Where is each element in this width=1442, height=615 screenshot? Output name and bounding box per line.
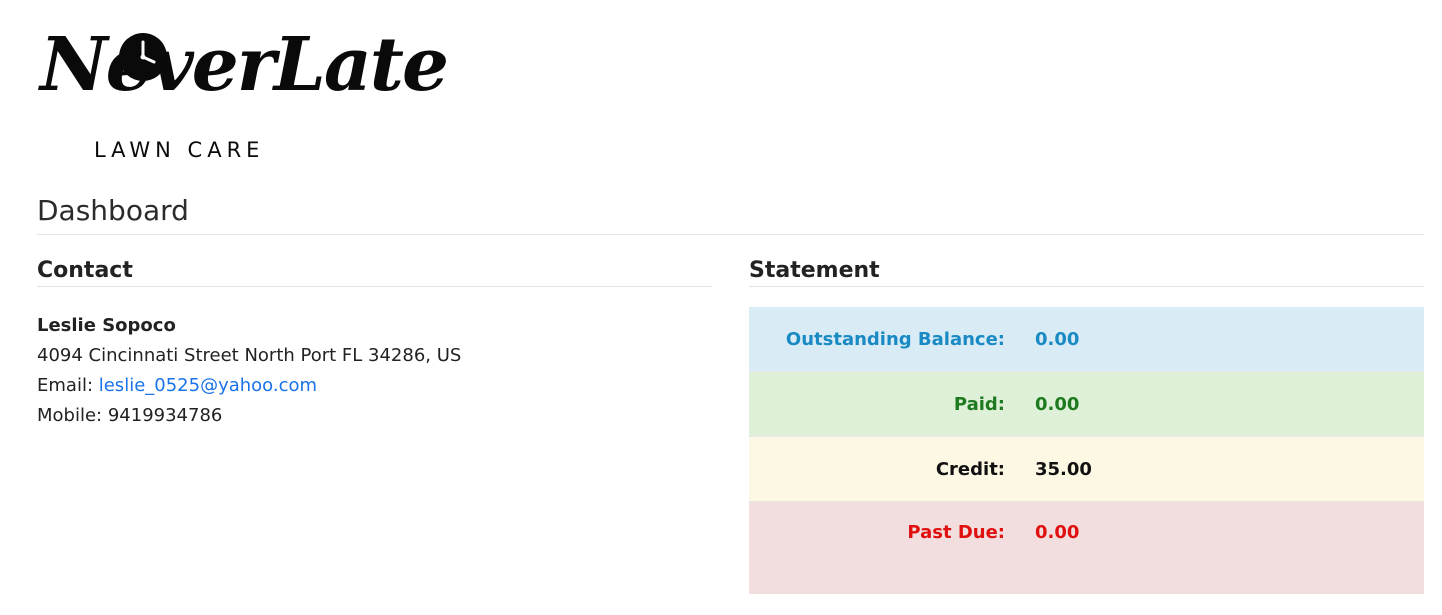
contact-heading: Contact <box>37 258 133 283</box>
email-link[interactable]: leslie_0525@yahoo.com <box>99 375 317 396</box>
page-title: Dashboard <box>37 194 189 227</box>
statement-row-outstanding: Outstanding Balance: 0.00 <box>749 307 1424 372</box>
mobile-value: 9419934786 <box>107 405 223 426</box>
statement-label: Outstanding Balance: <box>785 328 1005 350</box>
statement-row-credit: Credit: 35.00 <box>749 437 1424 502</box>
contact-divider <box>37 286 712 287</box>
statement-heading: Statement <box>749 258 880 283</box>
contact-name: Leslie Sopoco <box>37 315 176 336</box>
statement-divider <box>749 286 1424 287</box>
contact-email-line: Email: leslie_0525@yahoo.com <box>37 371 712 401</box>
contact-panel: Contact Leslie Sopoco 4094 Cincinnati St… <box>37 256 712 431</box>
statement-label: Past Due: <box>907 522 1005 543</box>
page: NeverLate LAWN CARE Dashboard Contact Le… <box>0 0 1442 615</box>
email-label: Email: <box>37 375 99 396</box>
logo-script-text: NeverLate <box>40 22 449 108</box>
statement-value: 0.00 <box>1035 393 1080 415</box>
statement-row-past-due: Past Due: 0.00 <box>749 502 1424 594</box>
brand-logo[interactable]: NeverLate LAWN CARE <box>40 28 449 164</box>
contact-address: 4094 Cincinnati Street North Port FL 342… <box>37 345 462 366</box>
title-divider <box>37 234 1424 235</box>
contact-details: Leslie Sopoco 4094 Cincinnati Street Nor… <box>37 311 712 431</box>
statement-value: 0.00 <box>1035 328 1080 350</box>
statement-table: Outstanding Balance: 0.00 Paid: 0.00 Cre… <box>749 307 1424 594</box>
mobile-label: Mobile: <box>37 405 108 426</box>
logo-subtitle: LAWN CARE <box>94 138 265 162</box>
statement-value: 35.00 <box>1035 458 1092 480</box>
contact-mobile-line: Mobile: 9419934786 <box>37 401 712 431</box>
statement-panel: Statement Outstanding Balance: 0.00 Paid… <box>749 256 1424 594</box>
statement-row-paid: Paid: 0.00 <box>749 372 1424 437</box>
statement-label: Credit: <box>935 458 1005 480</box>
statement-label: Paid: <box>953 393 1005 415</box>
clock-icon <box>118 32 168 82</box>
statement-value: 0.00 <box>1035 522 1080 543</box>
